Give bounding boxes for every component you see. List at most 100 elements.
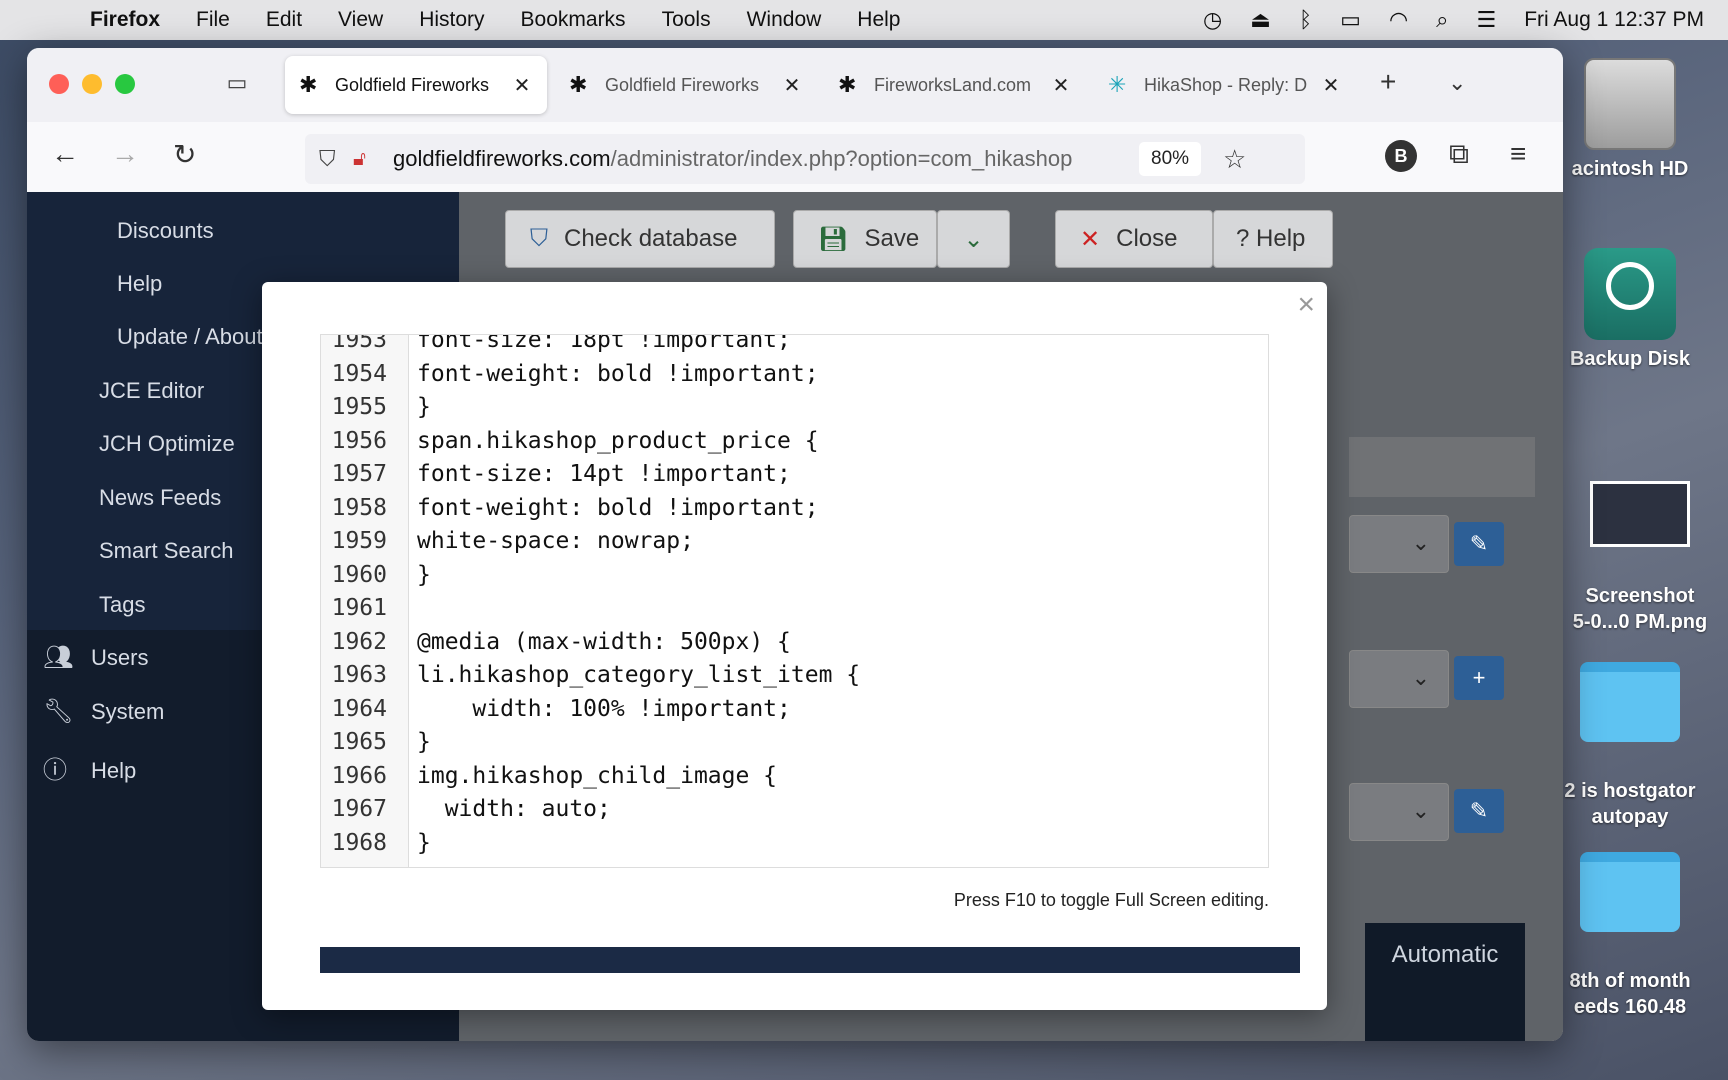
close-tab-icon[interactable]: ✕	[1050, 73, 1072, 98]
code-line[interactable]: 1959 white-space: nowrap;	[321, 524, 1268, 558]
code-line[interactable]: 1967 width: auto;	[321, 792, 1268, 826]
code-line[interactable]: 1957 font-size: 14pt !important;	[321, 457, 1268, 491]
sidebar-item-jch-optimize[interactable]: JCH Optimize	[99, 431, 235, 457]
sidebar-item-system[interactable]: 🔧︎ System	[43, 697, 164, 726]
line-text[interactable]: }	[409, 394, 431, 420]
code-line[interactable]: 1965}	[321, 725, 1268, 759]
back-arrow-icon[interactable]: ←	[51, 138, 79, 170]
tab-fireworksland[interactable]: ✱ FireworksLand.com ✕	[824, 56, 1086, 114]
list-all-tabs-icon[interactable]: ⌄	[1448, 70, 1466, 96]
new-tab-icon[interactable]: +	[1380, 66, 1396, 98]
sidebar-item-jce-editor[interactable]: JCE Editor	[99, 378, 204, 404]
tab-goldfield-fireworks-1[interactable]: ✱ Goldfield Fireworks ✕	[285, 56, 547, 114]
forward-arrow-icon[interactable]: →	[111, 138, 139, 170]
code-line[interactable]: 1966 img.hikashop_child_image {	[321, 759, 1268, 793]
menu-file[interactable]: File	[196, 8, 230, 32]
menu-bookmarks[interactable]: Bookmarks	[521, 8, 626, 32]
save-dropdown-button[interactable]: ⌄	[937, 210, 1010, 268]
window-minimize-button[interactable]	[82, 74, 102, 94]
desktop-backup-disk[interactable]: Backup Disk	[1545, 248, 1715, 372]
code-line[interactable]: 1960}	[321, 558, 1268, 592]
tab-goldfield-fireworks-2[interactable]: ✱ Goldfield Fireworks ✕	[555, 56, 817, 114]
line-text[interactable]: @media (max-width: 500px) {	[409, 629, 791, 655]
menu-help[interactable]: Help	[857, 8, 900, 32]
save-button[interactable]: 💾︎ Save	[793, 210, 937, 268]
code-line[interactable]: 1955}	[321, 390, 1268, 424]
bluetooth-icon[interactable]: ᛒ	[1299, 7, 1312, 33]
code-line[interactable]: 1961	[321, 591, 1268, 625]
check-database-button[interactable]: ⛉ Check database	[505, 210, 775, 268]
desktop-screenshot-file[interactable]: Screenshot 5-0...0 PM.png	[1555, 455, 1725, 661]
close-button[interactable]: ✕ Close	[1055, 210, 1213, 268]
desktop-folder-8th-of-month[interactable]: 8th of month eeds 160.48	[1545, 826, 1715, 1046]
line-text[interactable]	[409, 595, 417, 621]
line-text[interactable]: span.hikashop_product_price {	[409, 428, 819, 454]
menu-view[interactable]: View	[338, 8, 383, 32]
line-text[interactable]: font-size: 18pt !important;	[409, 335, 791, 353]
address-bar[interactable]: ⛉ 🔓︎ goldfieldfireworks.com/administrato…	[305, 134, 1305, 184]
code-editor[interactable]: 1953 font-size: 18pt !important; 1954 font-…	[320, 334, 1269, 868]
menu-window[interactable]: Window	[747, 8, 822, 32]
battery-icon[interactable]: ▭	[1340, 7, 1361, 33]
firefox-view-icon[interactable]: ▭	[223, 70, 251, 98]
menu-history[interactable]: History	[419, 8, 484, 32]
sidebar-item-news-feeds[interactable]: News Feeds	[99, 485, 221, 511]
line-text[interactable]: font-size: 14pt !important;	[409, 461, 791, 487]
close-tab-icon[interactable]: ✕	[781, 73, 803, 98]
tracking-protection-shield-icon[interactable]: ⛉	[319, 146, 353, 172]
menubar-clock[interactable]: Fri Aug 1 12:37 PM	[1524, 8, 1704, 32]
code-line[interactable]: 1964 width: 100% !important;	[321, 692, 1268, 726]
code-line[interactable]: 1962 @media (max-width: 500px) {	[321, 625, 1268, 659]
desktop-macintosh-hd[interactable]: acintosh HD	[1545, 58, 1715, 182]
menu-tools[interactable]: Tools	[662, 8, 711, 32]
hamburger-menu-icon[interactable]: ≡	[1510, 138, 1526, 170]
code-line[interactable]: 1958 font-weight: bold !important;	[321, 491, 1268, 525]
modal-close-icon[interactable]: ×	[1297, 288, 1315, 322]
eject-icon[interactable]: ⏏	[1250, 7, 1271, 33]
line-text[interactable]: li.hikashop_category_list_item {	[409, 662, 860, 688]
profile-avatar[interactable]: B	[1385, 140, 1417, 172]
tab-hikashop-reply[interactable]: ✳ HikaShop - Reply: D ✕	[1094, 56, 1356, 114]
code-line[interactable]: 1956 span.hikashop_product_price {	[321, 424, 1268, 458]
close-tab-icon[interactable]: ✕	[511, 73, 533, 98]
code-line[interactable]: 1953 font-size: 18pt !important;	[321, 335, 1268, 357]
sidebar-item-users[interactable]: 👥︎ Users	[43, 643, 148, 672]
close-tab-icon[interactable]: ✕	[1320, 73, 1342, 98]
sidebar-item-discounts[interactable]: Discounts	[117, 218, 214, 244]
wifi-icon[interactable]: ◠	[1389, 7, 1408, 33]
line-text[interactable]: width: 100% !important;	[409, 696, 791, 722]
sidebar-item-help[interactable]: ⓘ Help	[43, 750, 136, 785]
window-close-button[interactable]	[49, 74, 69, 94]
line-text[interactable]: }	[409, 729, 431, 755]
desktop-folder-hostgator[interactable]: 2 is hostgator autopay	[1545, 636, 1715, 856]
line-text[interactable]: img.hikashop_child_image {	[409, 763, 777, 789]
line-text[interactable]: white-space: nowrap;	[409, 528, 694, 554]
url-text[interactable]: goldfieldfireworks.com/administrator/ind…	[393, 146, 1133, 172]
code-line[interactable]: 1954 font-weight: bold !important;	[321, 357, 1268, 391]
joomla-favicon-icon: ✱	[569, 72, 588, 97]
time-machine-icon[interactable]: ◷	[1203, 7, 1222, 33]
code-line[interactable]: 1968}	[321, 826, 1268, 860]
extensions-puzzle-icon[interactable]: ⧉	[1449, 138, 1469, 171]
line-text[interactable]: }	[409, 830, 431, 856]
line-number: 1955	[331, 394, 387, 420]
window-zoom-button[interactable]	[115, 74, 135, 94]
bookmark-star-icon[interactable]: ☆	[1223, 144, 1246, 175]
control-center-icon[interactable]: ☰	[1477, 7, 1497, 33]
line-text[interactable]: }	[409, 562, 431, 588]
spotlight-search-icon[interactable]: ⌕	[1436, 7, 1448, 33]
reload-icon[interactable]: ↻	[173, 138, 196, 171]
sidebar-item-help-sub[interactable]: Help	[117, 271, 162, 297]
sidebar-item-update-about[interactable]: Update / About	[117, 324, 263, 350]
line-text[interactable]: width: auto;	[409, 796, 611, 822]
sidebar-item-smart-search[interactable]: Smart Search	[99, 538, 234, 564]
line-text[interactable]: font-weight: bold !important;	[409, 361, 819, 387]
code-line[interactable]: 1963 li.hikashop_category_list_item {	[321, 658, 1268, 692]
line-text[interactable]: font-weight: bold !important;	[409, 495, 819, 521]
insecure-lock-icon[interactable]: 🔓︎	[353, 148, 393, 171]
menu-app-firefox[interactable]: Firefox	[90, 8, 160, 32]
menu-edit[interactable]: Edit	[266, 8, 302, 32]
help-button[interactable]: ? Help	[1213, 210, 1333, 268]
zoom-level-badge[interactable]: 80%	[1139, 142, 1202, 176]
sidebar-item-tags[interactable]: Tags	[99, 592, 145, 618]
